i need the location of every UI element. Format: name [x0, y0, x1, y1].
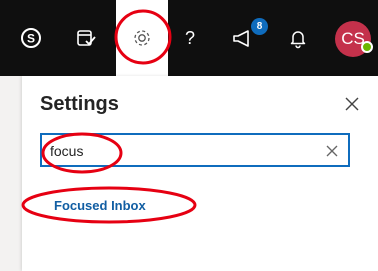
panel-title: Settings — [40, 93, 119, 115]
settings-button[interactable] — [116, 0, 168, 76]
svg-text:?: ? — [185, 28, 195, 48]
search-field — [40, 133, 350, 167]
notification-badge: 8 — [251, 18, 268, 35]
top-bar: S ? 8 CS — [0, 0, 378, 76]
help-icon[interactable]: ? — [165, 0, 215, 76]
search-input[interactable] — [50, 141, 310, 161]
gear-icon — [117, 0, 167, 76]
presence-indicator — [361, 41, 373, 53]
settings-panel: Settings Focused Inbox — [22, 76, 378, 271]
bell-icon[interactable] — [273, 0, 323, 76]
skype-icon[interactable]: S — [6, 0, 56, 76]
background-pane — [0, 76, 22, 271]
svg-text:S: S — [27, 32, 35, 46]
clear-search-icon[interactable] — [324, 143, 340, 159]
my-day-icon[interactable] — [61, 0, 111, 76]
close-icon[interactable] — [342, 94, 362, 114]
search-result-focused-inbox[interactable]: Focused Inbox — [54, 198, 146, 213]
whats-new-icon[interactable] — [218, 0, 268, 76]
